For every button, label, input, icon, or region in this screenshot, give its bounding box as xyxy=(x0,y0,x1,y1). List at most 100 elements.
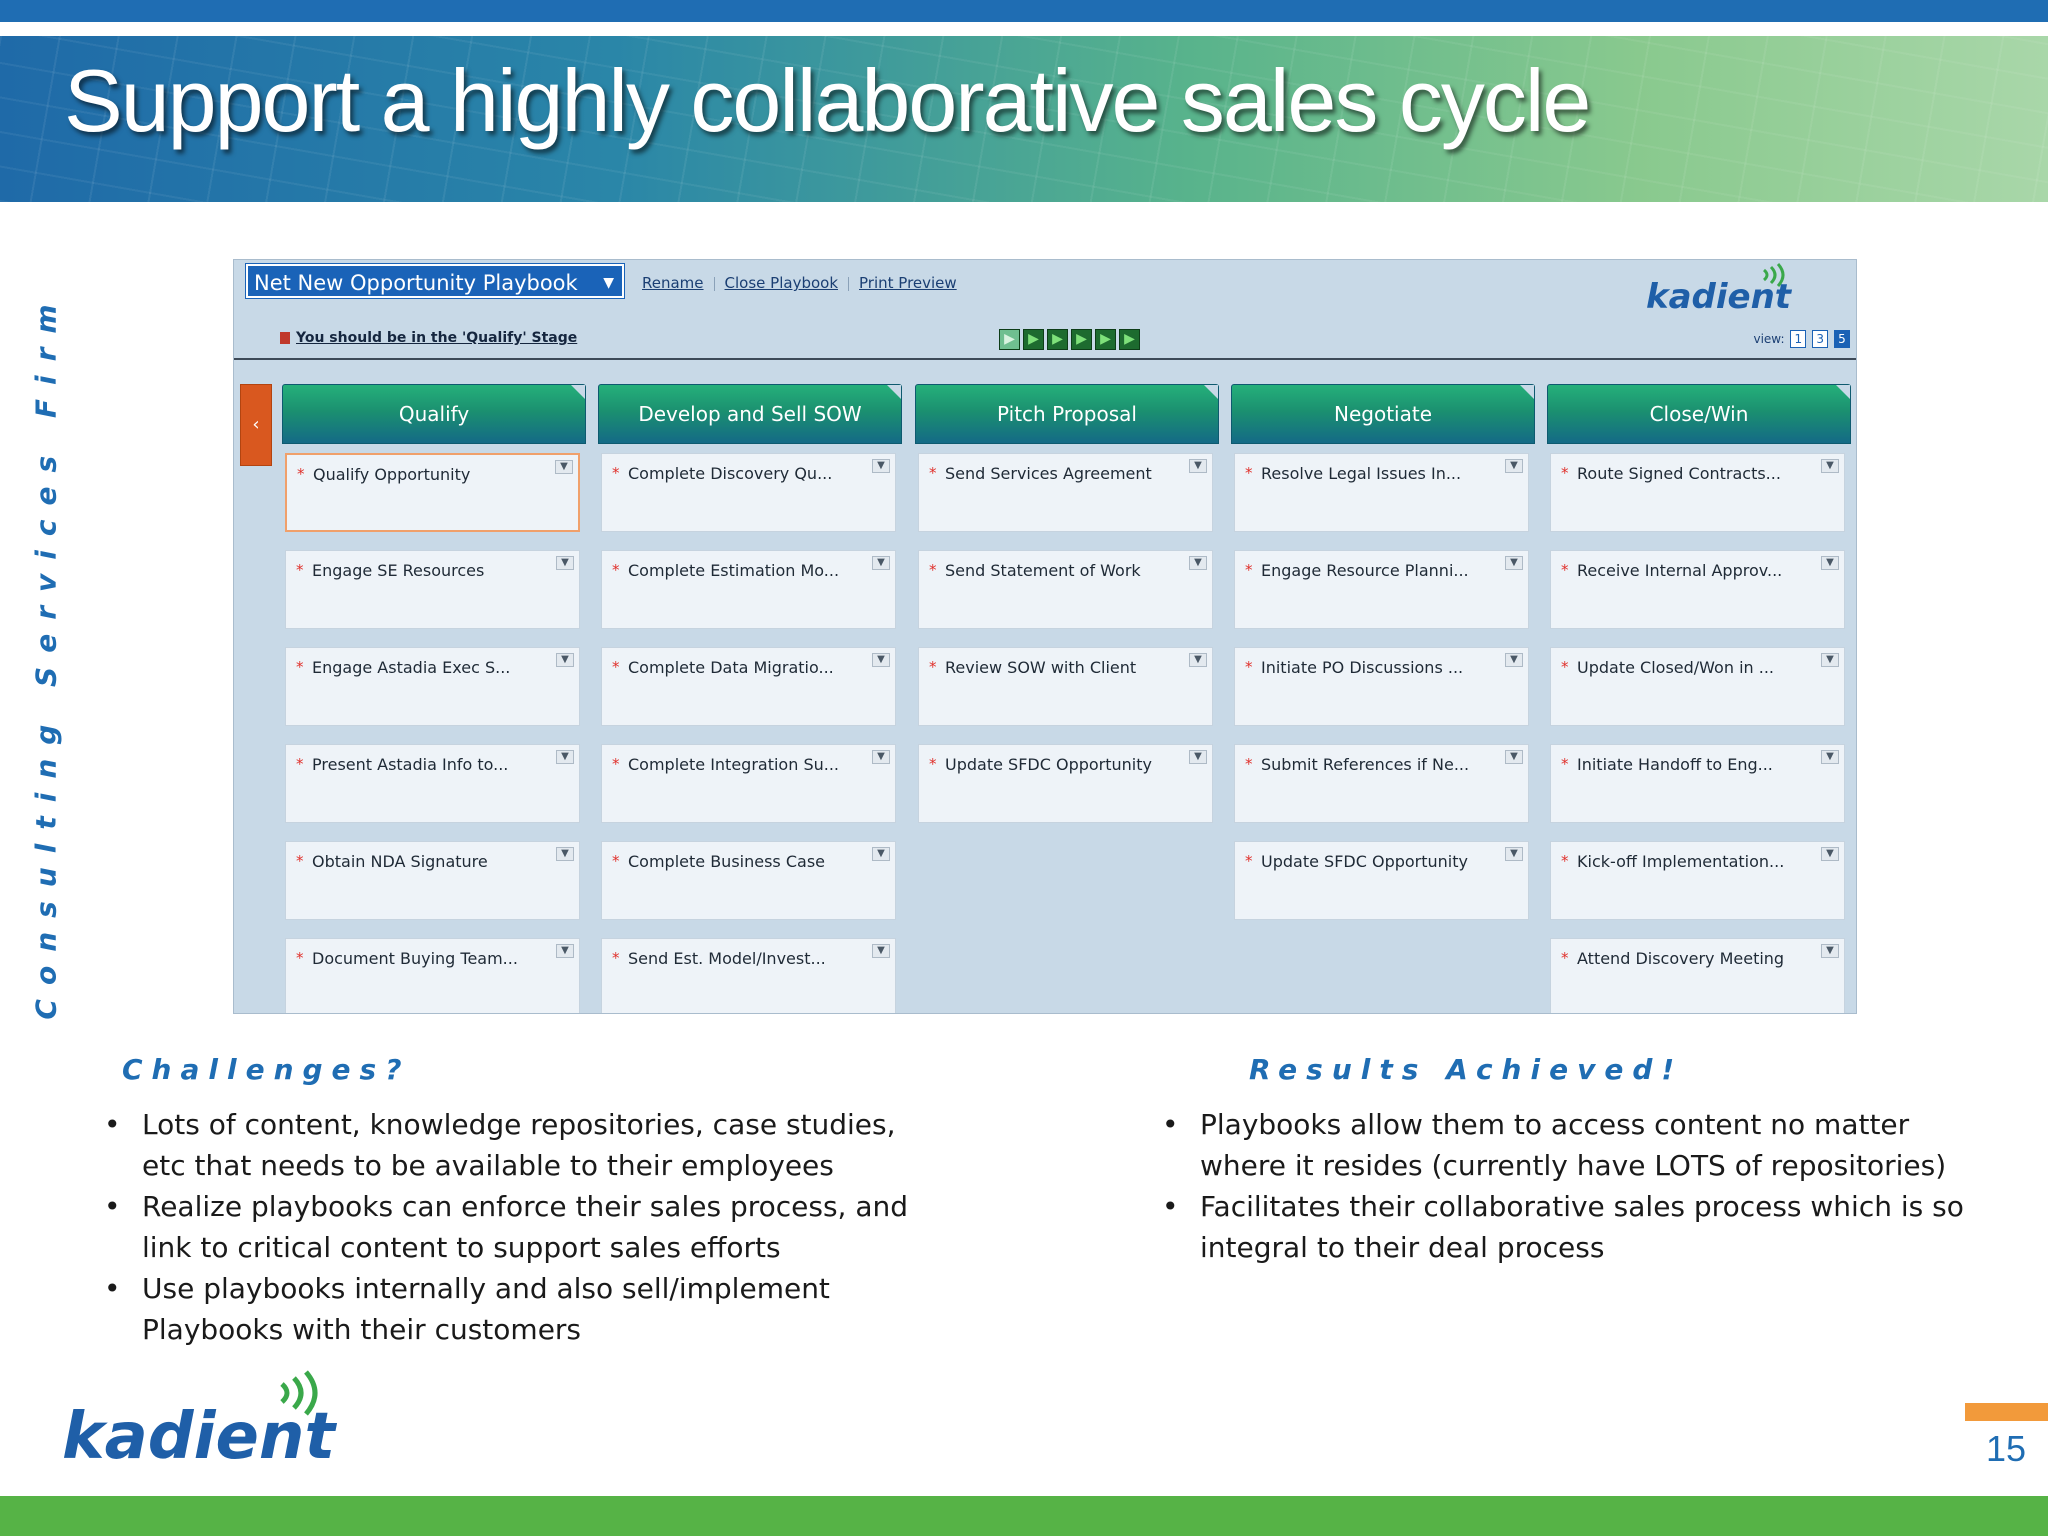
bottom-stripe xyxy=(0,1496,2048,1536)
stage-header-negotiate[interactable]: Negotiate xyxy=(1231,384,1535,444)
task-label: Resolve Legal Issues In... xyxy=(1261,464,1462,483)
arrow-right-icon[interactable]: ▶ xyxy=(1095,329,1116,350)
chevron-down-icon[interactable]: ▼ xyxy=(1821,459,1839,473)
task-card[interactable]: * Review SOW with Client ▼ xyxy=(918,647,1213,726)
chevron-down-icon[interactable]: ▼ xyxy=(556,847,574,861)
chevron-down-icon[interactable]: ▼ xyxy=(1505,459,1523,473)
chevron-down-icon[interactable]: ▼ xyxy=(1505,653,1523,667)
task-card[interactable]: * Submit References if Ne... ▼ xyxy=(1234,744,1529,823)
task-label: Initiate PO Discussions ... xyxy=(1261,658,1464,677)
chevron-down-icon[interactable]: ▼ xyxy=(556,653,574,667)
chevron-down-icon[interactable]: ▼ xyxy=(872,750,890,764)
chevron-down-icon[interactable]: ▼ xyxy=(556,556,574,570)
chevron-down-icon[interactable]: ▼ xyxy=(1189,459,1207,473)
task-card[interactable]: * Obtain NDA Signature ▼ xyxy=(285,841,580,920)
chevron-down-icon[interactable]: ▼ xyxy=(1189,653,1207,667)
chevron-down-icon[interactable]: ▼ xyxy=(1821,653,1839,667)
task-card[interactable]: * Update Closed/Won in ... ▼ xyxy=(1550,647,1845,726)
required-marker: * xyxy=(1561,949,1569,967)
chevron-down-icon[interactable]: ▼ xyxy=(1189,750,1207,764)
chevron-down-icon[interactable]: ▼ xyxy=(872,847,890,861)
task-card[interactable]: * Complete Data Migratio... ▼ xyxy=(601,647,896,726)
chevron-down-icon[interactable]: ▼ xyxy=(556,750,574,764)
required-marker: * xyxy=(1245,561,1253,579)
chevron-down-icon[interactable]: ▼ xyxy=(1189,556,1207,570)
task-card[interactable]: * Engage SE Resources ▼ xyxy=(285,550,580,629)
required-marker: * xyxy=(1245,464,1253,482)
required-marker: * xyxy=(612,561,620,579)
view-option-5[interactable]: 5 xyxy=(1834,330,1850,348)
stage-message[interactable]: You should be in the 'Qualify' Stage xyxy=(280,330,577,346)
task-card[interactable]: * Update SFDC Opportunity ▼ xyxy=(1234,841,1529,920)
task-card[interactable]: * Engage Astadia Exec S... ▼ xyxy=(285,647,580,726)
chevron-down-icon[interactable]: ▼ xyxy=(555,460,573,474)
task-card[interactable]: * Kick-off Implementation... ▼ xyxy=(1550,841,1845,920)
task-card[interactable]: * Engage Resource Planni... ▼ xyxy=(1234,550,1529,629)
collapse-panel-button[interactable]: ‹ xyxy=(240,384,272,466)
task-label: Initiate Handoff to Eng... xyxy=(1577,755,1773,774)
chevron-down-icon[interactable]: ▼ xyxy=(872,944,890,958)
results-heading: Results Achieved! xyxy=(1249,1053,1684,1086)
task-card[interactable]: * Qualify Opportunity ▼ xyxy=(285,453,580,532)
required-marker: * xyxy=(296,658,304,676)
task-card[interactable]: * Send Est. Model/Invest... ▼ xyxy=(601,938,896,1013)
task-card[interactable]: * Initiate PO Discussions ... ▼ xyxy=(1234,647,1529,726)
challenges-list: Lots of content, knowledge repositories,… xyxy=(104,1104,924,1350)
view-option-1[interactable]: 1 xyxy=(1790,330,1807,348)
chevron-down-icon[interactable]: ▼ xyxy=(872,653,890,667)
chevron-down-icon[interactable]: ▼ xyxy=(1505,750,1523,764)
stage-header-pitch-proposal[interactable]: Pitch Proposal xyxy=(915,384,1219,444)
task-label: Receive Internal Approv... xyxy=(1577,561,1783,580)
required-marker: * xyxy=(296,949,304,967)
task-label: Complete Business Case xyxy=(628,852,825,871)
chevron-down-icon[interactable]: ▼ xyxy=(556,944,574,958)
task-label: Send Statement of Work xyxy=(945,561,1141,580)
side-label-text: Consulting Services Firm xyxy=(29,290,63,1020)
task-card[interactable]: * Update SFDC Opportunity ▼ xyxy=(918,744,1213,823)
task-card[interactable]: * Initiate Handoff to Eng... ▼ xyxy=(1550,744,1845,823)
task-card[interactable]: * Complete Business Case ▼ xyxy=(601,841,896,920)
task-label: Obtain NDA Signature xyxy=(312,852,488,871)
chevron-down-icon[interactable]: ▼ xyxy=(1821,847,1839,861)
arrow-right-icon[interactable]: ▶ xyxy=(1023,329,1044,350)
list-item: Playbooks allow them to access content n… xyxy=(1162,1104,1982,1186)
arrow-right-icon[interactable]: ▶ xyxy=(1071,329,1092,350)
stage-header-close-win[interactable]: Close/Win xyxy=(1547,384,1851,444)
chevron-down-icon[interactable]: ▼ xyxy=(1821,944,1839,958)
task-label: Kick-off Implementation... xyxy=(1577,852,1785,871)
task-label: Engage Astadia Exec S... xyxy=(312,658,511,677)
task-card[interactable]: * Send Statement of Work ▼ xyxy=(918,550,1213,629)
chevron-down-icon[interactable]: ▼ xyxy=(872,556,890,570)
task-card[interactable]: * Send Services Agreement ▼ xyxy=(918,453,1213,532)
stage-header-qualify[interactable]: Qualify xyxy=(282,384,586,444)
arrow-right-icon[interactable]: ▶ xyxy=(1047,329,1068,350)
rename-link[interactable]: Rename xyxy=(642,274,704,292)
chevron-down-icon[interactable]: ▼ xyxy=(1505,847,1523,861)
chevron-down-icon[interactable]: ▼ xyxy=(872,459,890,473)
task-card[interactable]: * Route Signed Contracts... ▼ xyxy=(1550,453,1845,532)
arrow-right-icon[interactable]: ▶ xyxy=(1119,329,1140,350)
task-card[interactable]: * Complete Estimation Mo... ▼ xyxy=(601,550,896,629)
task-label: Complete Discovery Qu... xyxy=(628,464,833,483)
view-option-3[interactable]: 3 xyxy=(1812,330,1829,348)
task-label: Present Astadia Info to... xyxy=(312,755,509,774)
stage-header-develop-and-sell-sow[interactable]: Develop and Sell SOW xyxy=(598,384,902,444)
flag-icon xyxy=(280,332,290,344)
chevron-down-icon[interactable]: ▼ xyxy=(1821,750,1839,764)
task-card[interactable]: * Attend Discovery Meeting ▼ xyxy=(1550,938,1845,1013)
arrow-right-icon[interactable]: ▶ xyxy=(999,329,1020,350)
task-card[interactable]: * Present Astadia Info to... ▼ xyxy=(285,744,580,823)
playbook-selector[interactable]: Net New Opportunity Playbook ▼ xyxy=(245,263,625,299)
chevron-down-icon[interactable]: ▼ xyxy=(1505,556,1523,570)
print-preview-link[interactable]: Print Preview xyxy=(859,274,957,292)
task-card[interactable]: * Document Buying Team... ▼ xyxy=(285,938,580,1013)
task-card[interactable]: * Resolve Legal Issues In... ▼ xyxy=(1234,453,1529,532)
chevron-down-icon[interactable]: ▼ xyxy=(1821,556,1839,570)
close-playbook-link[interactable]: Close Playbook xyxy=(725,274,838,292)
page-number: 15 xyxy=(1985,1428,2026,1469)
task-card[interactable]: * Complete Discovery Qu... ▼ xyxy=(601,453,896,532)
task-card[interactable]: * Receive Internal Approv... ▼ xyxy=(1550,550,1845,629)
stage-progress: ▶ ▶ ▶ ▶ ▶ ▶ xyxy=(999,328,1143,350)
required-marker: * xyxy=(1245,852,1253,870)
task-card[interactable]: * Complete Integration Su... ▼ xyxy=(601,744,896,823)
